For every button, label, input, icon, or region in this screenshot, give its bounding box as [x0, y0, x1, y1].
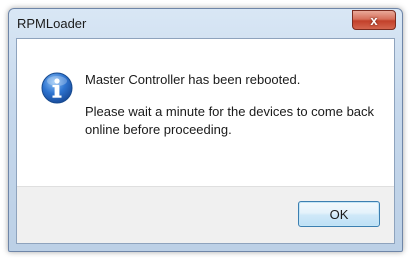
- message-line-secondary: Please wait a minute for the devices to …: [85, 104, 375, 137]
- dialog-client-area: Master Controller has been rebooted. Ple…: [16, 38, 395, 244]
- info-icon: [41, 72, 73, 104]
- message-area: Master Controller has been rebooted. Ple…: [17, 39, 394, 189]
- message-dialog: RPMLoader x Master Controller has been r…: [8, 8, 403, 252]
- close-icon: x: [370, 12, 378, 28]
- close-button[interactable]: x: [352, 10, 396, 30]
- title-bar[interactable]: RPMLoader x: [9, 9, 402, 39]
- message-line-primary: Master Controller has been rebooted.: [85, 72, 301, 87]
- window-title: RPMLoader: [17, 16, 87, 31]
- message-text: Master Controller has been rebooted. Ple…: [85, 71, 384, 153]
- button-bar: OK: [17, 186, 394, 243]
- ok-button[interactable]: OK: [298, 201, 380, 227]
